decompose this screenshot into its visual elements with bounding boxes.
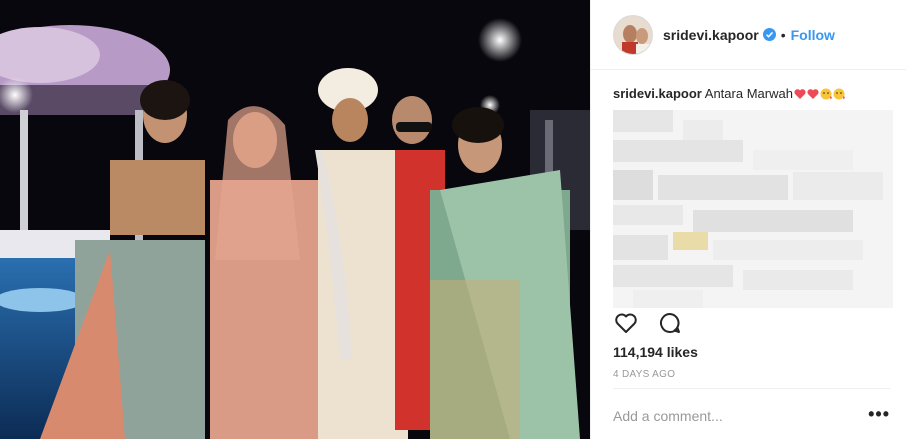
blurred-comments xyxy=(613,110,893,308)
heart-emoji xyxy=(794,89,806,99)
post-timestamp[interactable]: 4 DAYS AGO xyxy=(613,369,675,380)
wedding-group-photo xyxy=(0,0,590,439)
post-sidebar: sridevi.kapoor • Follow sridevi.kapoor A… xyxy=(590,0,906,439)
more-options-button[interactable]: ••• xyxy=(868,404,890,425)
divider xyxy=(613,388,890,389)
post-photo[interactable] xyxy=(0,0,590,439)
caption-text: Antara Marwah xyxy=(704,86,793,101)
avatar-image xyxy=(614,15,652,54)
post-actions xyxy=(613,310,683,336)
heart-outline-icon[interactable] xyxy=(613,310,639,336)
avatar[interactable] xyxy=(613,14,653,55)
follow-button[interactable]: Follow xyxy=(791,27,835,43)
verified-badge-icon xyxy=(762,28,776,41)
kiss-face-emoji xyxy=(833,88,845,100)
comment-input[interactable] xyxy=(613,408,863,424)
likes-count[interactable]: 114,194 likes xyxy=(613,344,698,360)
post-header: sridevi.kapoor • Follow xyxy=(591,0,906,70)
speech-bubble-icon[interactable] xyxy=(657,310,683,336)
heart-emoji xyxy=(807,89,819,99)
header-username[interactable]: sridevi.kapoor xyxy=(663,27,759,43)
post-caption: sridevi.kapoor Antara Marwah xyxy=(613,86,845,101)
pixelated-comments-area xyxy=(613,110,893,308)
kiss-face-emoji xyxy=(820,88,832,100)
instagram-post: sridevi.kapoor • Follow sridevi.kapoor A… xyxy=(0,0,906,439)
header-separator: • xyxy=(780,26,786,43)
caption-username[interactable]: sridevi.kapoor xyxy=(613,86,702,101)
